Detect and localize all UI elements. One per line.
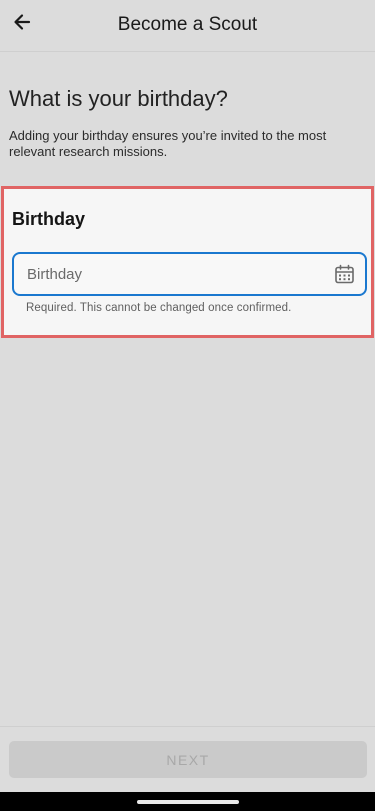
app-screen: Become a Scout What is your birthday? Ad… xyxy=(0,0,375,811)
birthday-helper-text: Required. This cannot be changed once co… xyxy=(26,302,292,314)
birthday-card: Birthday Birthday Required. This cannot … xyxy=(1,186,374,338)
question-subtitle: Adding your birthday ensures you’re invi… xyxy=(9,128,327,159)
page-title: Become a Scout xyxy=(117,14,258,35)
birthday-placeholder: Birthday xyxy=(27,265,83,283)
bottom-action-bar: NEXT xyxy=(0,726,375,792)
question-heading: What is your birthday? xyxy=(9,86,228,111)
intro-section: What is your birthday? Adding your birth… xyxy=(9,84,365,160)
system-nav-bar xyxy=(0,792,375,811)
birthday-input[interactable]: Birthday xyxy=(12,252,367,296)
top-app-bar: Become a Scout xyxy=(0,0,375,52)
calendar-icon[interactable] xyxy=(333,263,355,285)
next-button[interactable]: NEXT xyxy=(9,741,367,778)
birthday-section-title: Birthday xyxy=(12,209,86,229)
home-indicator[interactable] xyxy=(137,800,239,804)
